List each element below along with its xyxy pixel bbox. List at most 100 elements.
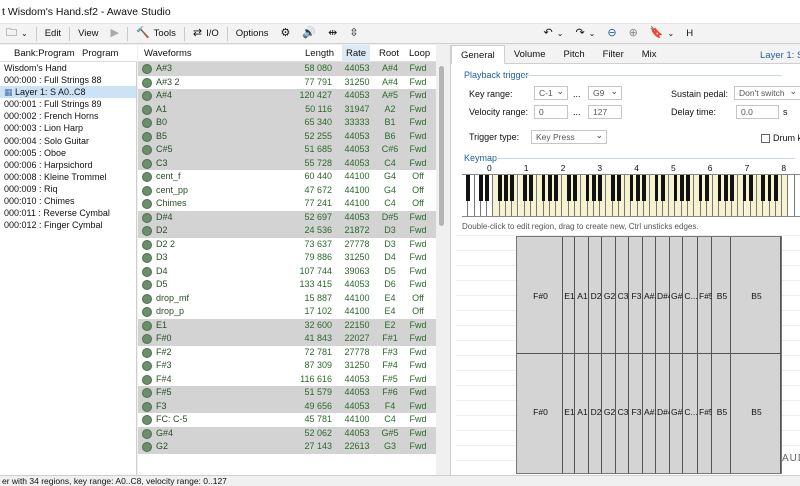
audio-button[interactable]: 🔊	[296, 25, 322, 43]
waveform-row[interactable]: C#5 51 685 44053 C#6 Fwd	[138, 143, 436, 157]
open-button[interactable]: 🗀 ⌄	[0, 25, 34, 43]
black-key[interactable]	[679, 175, 684, 201]
keymap-region[interactable]	[643, 237, 656, 473]
waveform-row[interactable]: A#3 2 77 791 31250 A#4 Fwd	[138, 76, 436, 90]
keymap-region[interactable]	[731, 237, 781, 473]
drum-kit-checkbox[interactable]	[761, 134, 770, 143]
root-column-header[interactable]: Root	[379, 48, 399, 59]
black-key[interactable]	[730, 175, 734, 201]
black-key[interactable]	[717, 175, 722, 201]
keymap-region[interactable]	[683, 237, 698, 473]
black-key[interactable]	[548, 175, 552, 201]
waveform-row[interactable]: A1 50 116 31947 A2 Fwd	[138, 102, 436, 116]
fit-vertical-button[interactable]: ⇳	[343, 25, 364, 43]
black-key[interactable]	[629, 175, 634, 201]
tree-item[interactable]: 000:004 : Solo Guitar	[0, 135, 136, 147]
keymap-region[interactable]	[589, 237, 602, 473]
black-key[interactable]	[504, 175, 508, 201]
waveform-row[interactable]: G2 27 143 22613 G3 Fwd	[138, 440, 436, 454]
rate-column-header[interactable]: Rate	[342, 44, 371, 62]
black-key[interactable]	[686, 175, 690, 201]
white-key[interactable]	[794, 175, 800, 216]
tree-item[interactable]: 000:010 : Chimes	[0, 195, 136, 207]
waveform-row[interactable]: F#2 72 781 27778 F#3 Fwd	[138, 346, 436, 360]
keymap-region[interactable]	[670, 237, 683, 473]
waveform-row[interactable]: cent_f 60 440 44100 G4 Off	[138, 170, 436, 184]
tree-item[interactable]: 000:011 : Reverse Cymbal	[0, 207, 136, 219]
tree-item[interactable]: 000:012 : Finger Cymbal	[0, 219, 136, 231]
black-key[interactable]	[661, 175, 665, 201]
program-header[interactable]: Program	[82, 48, 118, 59]
sustain-pedal-select[interactable]: Don't switch	[734, 85, 800, 100]
black-key[interactable]	[635, 175, 640, 201]
black-key[interactable]	[529, 175, 533, 201]
view-menu[interactable]: View	[72, 25, 104, 43]
loop-column-header[interactable]: Loop	[409, 48, 430, 59]
waveform-row[interactable]: F#0 41 843 22027 F#1 Fwd	[138, 332, 436, 346]
waveform-row[interactable]: D4 107 744 39063 D5 Fwd	[138, 265, 436, 279]
bookmark-button[interactable]: 🔖 ⌄	[644, 25, 680, 43]
waveform-row[interactable]: F#3 87 309 31250 F#4 Fwd	[138, 359, 436, 373]
tab-volume[interactable]: Volume	[505, 45, 555, 64]
settings-button[interactable]: ⚙	[275, 25, 297, 43]
undo-button[interactable]: ↶ ⌄	[538, 25, 570, 43]
waveform-row[interactable]: Chimes 77 241 44100 C4 Off	[138, 197, 436, 211]
waveform-row[interactable]: D2 24 536 21872 D3 Fwd	[138, 224, 436, 238]
waveforms-scrollbar[interactable]	[437, 62, 447, 475]
tab-general[interactable]: General	[451, 44, 505, 64]
black-key[interactable]	[485, 175, 489, 201]
black-key[interactable]	[554, 175, 559, 201]
waveform-row[interactable]: D5 133 415 44053 D6 Fwd	[138, 278, 436, 292]
piano-keyboard[interactable]	[462, 174, 800, 217]
waveform-row[interactable]: cent_pp 47 672 44100 G4 Off	[138, 184, 436, 198]
waveform-row[interactable]: F#5 51 579 44053 F#6 Fwd	[138, 386, 436, 400]
waveform-row[interactable]: B5 52 255 44053 B6 Fwd	[138, 129, 436, 143]
options-menu[interactable]: Options	[230, 25, 275, 43]
play-button[interactable]: ▶	[105, 25, 125, 43]
keymap-region[interactable]	[656, 237, 670, 473]
keymap-region[interactable]	[575, 237, 589, 473]
black-key[interactable]	[522, 175, 527, 201]
keymap-region[interactable]	[563, 237, 575, 473]
black-key[interactable]	[466, 175, 471, 201]
keymap-region[interactable]	[629, 237, 643, 473]
tree-item[interactable]: 000:008 : Kleine Trommel	[0, 171, 136, 183]
waveform-row[interactable]: D#4 52 697 44053 D#5 Fwd	[138, 210, 436, 224]
waveform-row[interactable]: G#4 52 062 44053 G#5 Fwd	[138, 426, 436, 440]
velocity-high-input[interactable]: 127	[588, 105, 622, 119]
delay-time-input[interactable]: 0.0	[736, 105, 779, 119]
key-range-high-select[interactable]: G9	[588, 85, 622, 100]
black-key[interactable]	[698, 175, 703, 201]
waveform-row[interactable]: A#4 120 427 44053 A#5 Fwd	[138, 89, 436, 103]
black-key[interactable]	[585, 175, 590, 201]
waveform-row[interactable]: B0 65 340 33333 B1 Fwd	[138, 116, 436, 130]
waveform-row[interactable]: C3 55 728 44053 C4 Fwd	[138, 156, 436, 170]
tree-item[interactable]: 000:005 : Oboe	[0, 147, 136, 159]
keymap-region[interactable]	[616, 237, 629, 473]
black-key[interactable]	[591, 175, 596, 201]
black-key[interactable]	[617, 175, 621, 201]
black-key[interactable]	[723, 175, 728, 201]
keymap-region[interactable]	[602, 237, 616, 473]
black-key[interactable]	[742, 175, 747, 201]
black-key[interactable]	[774, 175, 778, 201]
forward-button[interactable]: ⊕	[623, 25, 644, 43]
bank-program-header[interactable]: Bank:Program	[14, 48, 75, 59]
waveform-row[interactable]: D3 79 886 31250 D4 Fwd	[138, 251, 436, 265]
length-column-header[interactable]: Length	[305, 48, 334, 59]
black-key[interactable]	[654, 175, 659, 201]
waveform-row[interactable]: drop_p 17 102 44100 E4 Off	[138, 305, 436, 319]
waveforms-column-header[interactable]: Waveforms	[144, 48, 192, 59]
back-button[interactable]: ⊖	[601, 25, 622, 43]
velocity-low-input[interactable]: 0	[534, 105, 568, 119]
tree-item[interactable]: 000:009 : Riq	[0, 183, 136, 195]
tab-pitch[interactable]: Pitch	[555, 45, 594, 64]
keymap-region[interactable]	[517, 237, 563, 473]
scrollbar-thumb[interactable]	[439, 66, 444, 226]
black-key[interactable]	[478, 175, 483, 201]
black-key[interactable]	[598, 175, 602, 201]
black-key[interactable]	[767, 175, 772, 201]
tab-mix[interactable]: Mix	[633, 45, 666, 64]
help-menu[interactable]: H	[680, 25, 699, 43]
tree-item[interactable]: 000:001 : Full Strings 89	[0, 98, 136, 110]
